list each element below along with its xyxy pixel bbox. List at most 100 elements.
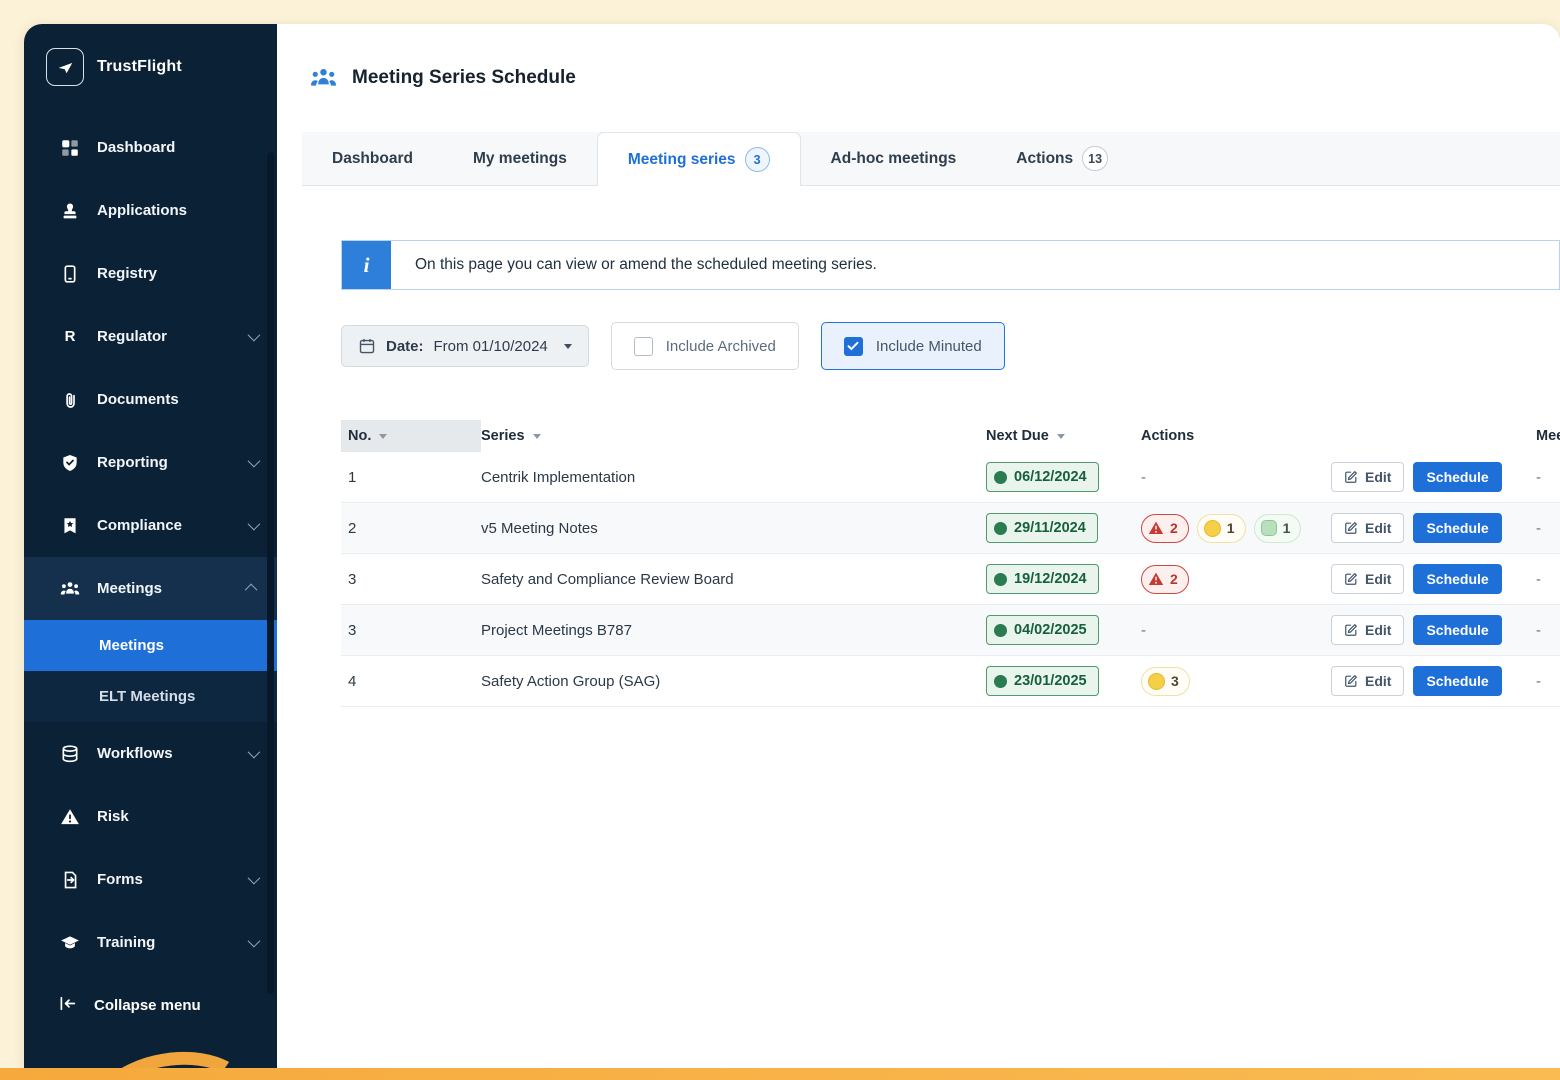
date-filter-button[interactable]: Date: From 01/10/2024 — [341, 325, 589, 367]
include-archived-checkbox[interactable]: Include Archived — [611, 322, 799, 370]
sidebar-item-label: Reporting — [97, 454, 168, 471]
stamp-icon — [60, 201, 80, 221]
cell-actions: - — [1141, 469, 1331, 486]
pending-actions-badge[interactable]: 3 — [1141, 667, 1190, 696]
sidebar-item-regulator[interactable]: R Regulator — [24, 305, 277, 368]
edit-button[interactable]: Edit — [1331, 462, 1404, 492]
tab-count-badge: 3 — [745, 147, 770, 172]
pencil-icon — [1344, 623, 1358, 637]
schedule-button[interactable]: Schedule — [1413, 666, 1501, 696]
header-next-due[interactable]: Next Due — [986, 428, 1141, 444]
cell-buttons: Edit Schedule — [1331, 666, 1536, 696]
cell-next-due: 06/12/2024 — [986, 462, 1141, 492]
edit-button[interactable]: Edit — [1331, 666, 1404, 696]
checkbox-unchecked-icon — [634, 337, 653, 356]
page-header: Meeting Series Schedule — [277, 24, 1560, 132]
tab-my-meetings[interactable]: My meetings — [443, 132, 597, 185]
sidebar-item-meetings[interactable]: Meetings — [24, 557, 277, 620]
overdue-actions-badge[interactable]: 2 — [1141, 565, 1189, 594]
header-meeting: Mee — [1536, 428, 1560, 444]
edit-button[interactable]: Edit — [1331, 513, 1404, 543]
brand-name: TrustFlight — [97, 58, 182, 76]
sidebar-item-workflows[interactable]: Workflows — [24, 722, 277, 785]
header-series[interactable]: Series — [481, 428, 986, 444]
calendar-icon — [358, 337, 376, 355]
overdue-actions-badge[interactable]: 2 — [1141, 514, 1189, 543]
dashboard-icon — [60, 138, 80, 158]
next-due-pill: 04/02/2025 — [986, 615, 1099, 645]
collapse-menu-button[interactable]: Collapse menu — [24, 974, 277, 1037]
compliance-icon — [60, 516, 80, 536]
main-area: Meeting Series Schedule Dashboard My mee… — [277, 24, 1560, 1068]
date-filter-value: From 01/10/2024 — [434, 338, 548, 355]
chevron-down-icon — [248, 329, 261, 342]
sidebar-item-compliance[interactable]: Compliance — [24, 494, 277, 557]
sidebar-item-label: Meetings — [97, 580, 162, 597]
tab-label: Ad-hoc meetings — [831, 150, 957, 168]
sidebar-item-documents[interactable]: Documents — [24, 368, 277, 431]
yellow-dot-icon — [1148, 673, 1165, 690]
complete-actions-badge[interactable]: 1 — [1254, 514, 1302, 543]
chevron-down-icon — [248, 935, 261, 948]
actions-empty: - — [1141, 622, 1146, 639]
sidebar-item-forms[interactable]: Forms — [24, 848, 277, 911]
schedule-button[interactable]: Schedule — [1413, 513, 1501, 543]
sidebar-item-training[interactable]: Training — [24, 911, 277, 974]
warning-triangle-icon — [1148, 520, 1164, 536]
include-minuted-label: Include Minuted — [876, 338, 982, 355]
schedule-button[interactable]: Schedule — [1413, 462, 1501, 492]
tab-adhoc-meetings[interactable]: Ad-hoc meetings — [801, 132, 987, 185]
sidebar-item-label: Documents — [97, 391, 179, 408]
sidebar-item-label: Compliance — [97, 517, 182, 534]
schedule-button[interactable]: Schedule — [1413, 564, 1501, 594]
tab-meeting-series[interactable]: Meeting series 3 — [597, 132, 801, 186]
status-dot-icon — [994, 522, 1007, 535]
cell-series: Project Meetings B787 — [481, 622, 986, 639]
next-due-pill: 23/01/2025 — [986, 666, 1099, 696]
include-minuted-checkbox[interactable]: Include Minuted — [821, 322, 1005, 370]
sidebar-item-label: Regulator — [97, 328, 167, 345]
database-icon — [60, 744, 80, 764]
collapse-menu-label: Collapse menu — [94, 997, 201, 1014]
tab-content: i On this page you can view or amend the… — [277, 186, 1560, 1068]
form-document-icon — [60, 870, 80, 890]
header-actions: Actions — [1141, 428, 1331, 444]
sidebar-item-label: Forms — [97, 871, 143, 888]
trustflight-logo-icon — [46, 48, 84, 86]
info-icon: i — [342, 241, 391, 289]
cell-no: 4 — [341, 673, 481, 690]
sidebar-footer: Collapse menu — [24, 974, 277, 1068]
cell-next-due: 29/11/2024 — [986, 513, 1141, 543]
sidebar-item-dashboard[interactable]: Dashboard — [24, 116, 277, 179]
pending-actions-badge[interactable]: 1 — [1197, 514, 1246, 543]
table-row: 3 Project Meetings B787 04/02/2025 - — [341, 605, 1560, 656]
cell-actions: 3 — [1141, 667, 1331, 696]
sidebar-scrollbar[interactable] — [267, 152, 274, 994]
sidebar-item-reporting[interactable]: Reporting — [24, 431, 277, 494]
edit-button[interactable]: Edit — [1331, 615, 1404, 645]
tab-dashboard[interactable]: Dashboard — [302, 132, 443, 185]
chevron-down-icon — [248, 872, 261, 885]
sidebar-item-applications[interactable]: Applications — [24, 179, 277, 242]
collapse-arrow-icon — [58, 994, 77, 1017]
paperclip-icon — [60, 390, 80, 410]
shield-icon — [60, 453, 80, 473]
cell-series: v5 Meeting Notes — [481, 520, 986, 537]
sidebar-logo-swoosh — [24, 1037, 277, 1068]
table-row: 2 v5 Meeting Notes 29/11/2024 2 — [341, 503, 1560, 554]
edit-button[interactable]: Edit — [1331, 564, 1404, 594]
checkbox-checked-icon — [844, 337, 863, 356]
page-title: Meeting Series Schedule — [352, 67, 576, 89]
tab-actions[interactable]: Actions 13 — [986, 132, 1138, 185]
schedule-button[interactable]: Schedule — [1413, 615, 1501, 645]
sidebar-subitem-meetings[interactable]: Meetings — [24, 620, 277, 671]
sidebar-item-registry[interactable]: Registry — [24, 242, 277, 305]
chevron-down-icon — [248, 518, 261, 531]
header-no[interactable]: No. — [341, 420, 481, 452]
next-due-pill: 06/12/2024 — [986, 462, 1099, 492]
sidebar-item-risk[interactable]: Risk — [24, 785, 277, 848]
sidebar-subitem-elt-meetings[interactable]: ELT Meetings — [24, 671, 277, 722]
meeting-series-table: No. Series Next Due Actions Mee — [341, 420, 1560, 707]
next-due-pill: 29/11/2024 — [986, 513, 1098, 543]
status-dot-icon — [994, 675, 1007, 688]
